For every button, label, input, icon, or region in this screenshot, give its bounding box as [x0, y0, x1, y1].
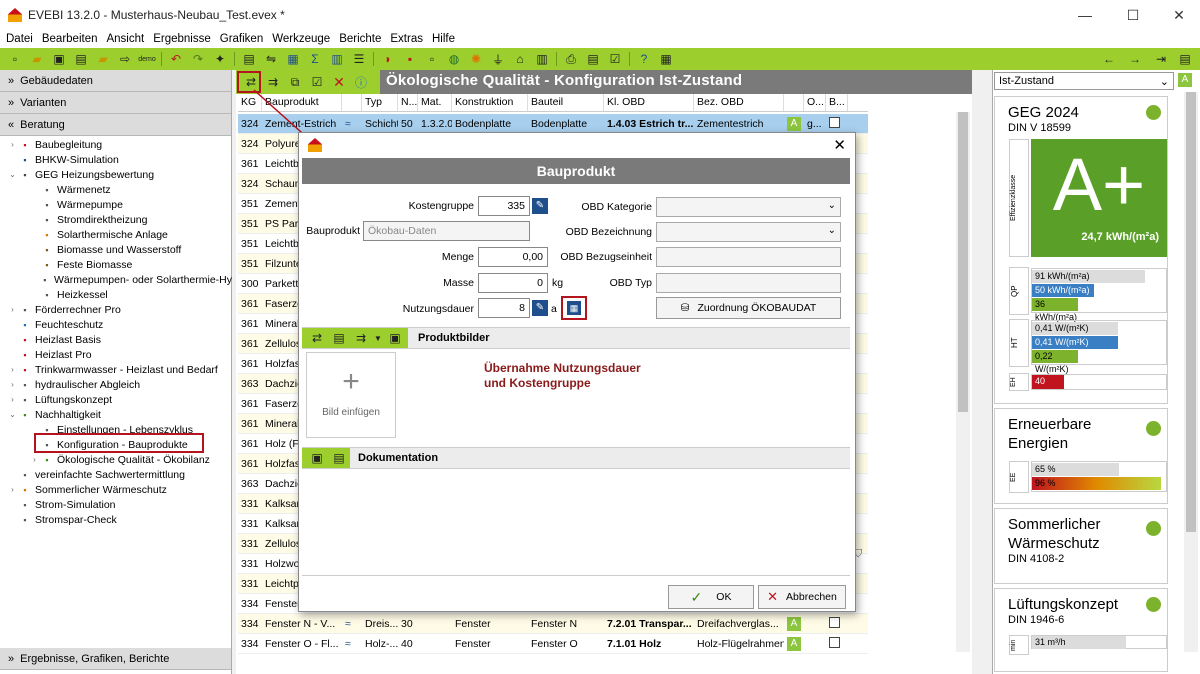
nutzungsdauer-input[interactable]: 8 — [478, 298, 530, 318]
chevron-down-icon: ⌄ — [827, 200, 836, 211]
obd-bezeichnung-label: OBD Bezeichnung — [565, 226, 652, 238]
dialog-header: Bauprodukt — [302, 158, 850, 184]
nutzungsdauer-unit: a — [551, 303, 557, 315]
menge-label: Menge — [441, 251, 474, 263]
edit-pen-icon[interactable]: ✎ — [532, 300, 548, 316]
app-house-icon — [308, 138, 322, 152]
obd-bezeichnung-select[interactable]: ⌄ — [656, 222, 841, 242]
produktbilder-label: Produktbilder — [418, 332, 490, 344]
obd-bezugseinheit-field — [656, 247, 841, 267]
plus-icon: + — [342, 365, 360, 398]
bauprodukt-label: Bauprodukt — [306, 225, 360, 237]
obd-bezugseinheit-label: OBD Bezugseinheit — [560, 251, 652, 263]
obd-typ-label: OBD Typ — [609, 277, 652, 289]
dokumentation-area[interactable] — [302, 470, 850, 576]
checkmark-icon: ✓ — [690, 588, 703, 605]
dokumentation-bar: ▣ ▤ Dokumentation — [302, 447, 850, 469]
kostengruppe-label: Kostengruppe — [408, 200, 474, 212]
edit-pen-icon[interactable]: ✎ — [532, 198, 548, 214]
abbrechen-button[interactable]: ✕ Abbrechen — [758, 585, 846, 609]
save-icon[interactable]: ▣ — [308, 450, 326, 466]
calculator-icon: ▦ — [567, 301, 581, 315]
bauprodukt-input[interactable]: Ökobau-Daten — [363, 221, 530, 241]
dokumentation-label: Dokumentation — [358, 452, 439, 464]
nutzungsdauer-label: Nutzungsdauer — [402, 303, 474, 315]
database-icon: ⛁ — [680, 302, 690, 314]
chevron-down-icon[interactable]: ▼ — [374, 330, 382, 346]
transfer-list-icon[interactable]: ⇉ — [352, 330, 370, 346]
dokumentation-toolbar: ▣ ▤ — [302, 448, 350, 468]
documents-icon[interactable]: ▤ — [330, 450, 348, 466]
chevron-down-icon: ⌄ — [827, 225, 836, 236]
menge-input[interactable]: 0,00 — [478, 247, 548, 267]
image-icon[interactable]: ▣ — [386, 330, 404, 346]
cancel-x-icon: ✕ — [767, 589, 779, 604]
zuordnung-oekobaudat-button[interactable]: ⛁ Zuordnung ÖKOBAUDAT — [656, 297, 841, 319]
obd-kategorie-label: OBD Kategorie — [581, 201, 652, 213]
paste-icon[interactable]: ▤ — [330, 330, 348, 346]
bild-einfuegen-label: Bild einfügen — [322, 407, 380, 418]
ok-label: OK — [716, 591, 732, 603]
produktbilder-toolbar: ⇄ ▤ ⇉ ▼ ▣ — [302, 328, 408, 348]
masse-input[interactable]: 0 — [478, 273, 548, 293]
abbrechen-label: Abbrechen — [786, 591, 837, 603]
uebernahme-button[interactable]: ▦ — [561, 296, 587, 320]
obd-typ-field — [656, 273, 841, 293]
obd-kategorie-select[interactable]: ⌄ — [656, 197, 841, 217]
zuordnung-label: Zuordnung ÖKOBAUDAT — [697, 302, 817, 314]
annotation-text: Übernahme Nutzungsdauer und Kostengruppe — [484, 361, 641, 390]
dialog-close-button[interactable]: ✕ — [833, 136, 846, 154]
bild-einfuegen-tile[interactable]: + Bild einfügen — [306, 352, 396, 438]
kostengruppe-input[interactable]: 335 — [478, 196, 530, 216]
dialog-title-bar: ✕ — [300, 134, 854, 158]
produktbilder-bar: ⇄ ▤ ⇉ ▼ ▣ Produktbilder — [302, 327, 850, 349]
ok-button[interactable]: ✓ OK — [668, 585, 754, 609]
transfer-icon[interactable]: ⇄ — [308, 330, 326, 346]
masse-label: Masse — [443, 277, 474, 289]
